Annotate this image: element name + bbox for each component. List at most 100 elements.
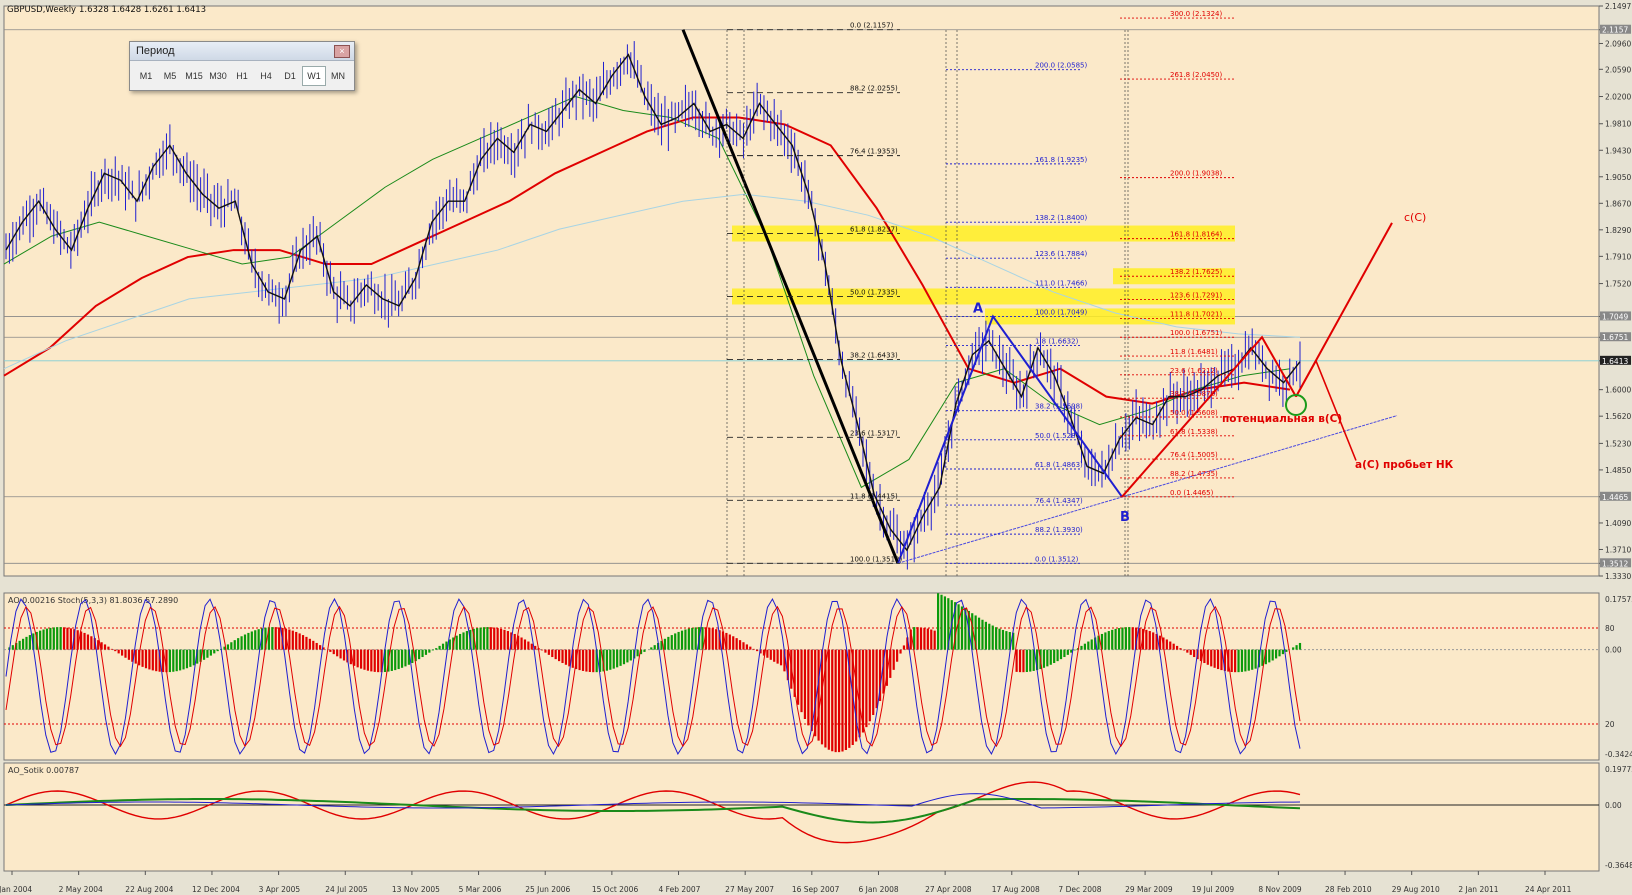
y-tick-label: 1.7910 (1605, 252, 1631, 261)
ao-sotik-header: AO_Sotik 0.00787 (8, 766, 79, 775)
x-tick-label: 25 Jun 2006 (525, 885, 570, 894)
x-tick-label: 19 Jul 2009 (1192, 885, 1235, 894)
wave-label-b: B (1120, 510, 1130, 525)
stoch-y-tick-label: -0.34241 (1605, 750, 1632, 759)
fib-level-label: 138.2 (1.8400) (1035, 214, 1087, 222)
y-tick-label: 1.6000 (1605, 386, 1631, 395)
price-level-label: 1.3512 (1602, 559, 1628, 568)
x-tick-label: 29 Mar 2009 (1125, 885, 1173, 894)
x-tick-label: 29 Aug 2010 (1392, 885, 1440, 894)
x-tick-label: 24 Apr 2011 (1525, 885, 1572, 894)
y-tick-label: 1.4850 (1605, 466, 1631, 475)
x-tick-label: 22 Aug 2004 (125, 885, 173, 894)
annotation-potential: потенциальная в(C) (1222, 413, 1342, 425)
stoch-y-tick-label: 20 (1605, 720, 1615, 729)
x-tick-label: 28 Feb 2010 (1325, 885, 1372, 894)
fib-level-label: 261.8 (2.0450) (1170, 71, 1222, 79)
fib-level-label: 0.0 (1.4465) (1170, 489, 1214, 497)
x-tick-label: 12 Dec 2004 (192, 885, 240, 894)
period-button-d1[interactable]: D1 (278, 66, 302, 86)
fib-level-label: 0.0 (1.3512) (1035, 555, 1079, 563)
fib-level-label: 76.4 (1.9353) (850, 148, 898, 156)
period-title-text: Период (136, 45, 175, 57)
fib-level-label: 161.8 (1.9235) (1035, 156, 1087, 164)
sotik-y-tick-label: 0.19772 (1605, 765, 1632, 774)
period-button-h4[interactable]: H4 (254, 66, 278, 86)
stoch-y-tick-label: 0.00 (1605, 646, 1622, 655)
fib-level-label: 61.8 (1.8237) (850, 226, 898, 234)
chart-ohlc: 1.6328 1.6428 1.6261 1.6413 (79, 5, 206, 15)
y-tick-label: 1.4090 (1605, 519, 1631, 528)
fib-level-label: 100.0 (1.7049) (1035, 308, 1087, 316)
fib-level-label: 200.0 (1.9038) (1170, 170, 1222, 178)
y-tick-label: 1.5620 (1605, 412, 1631, 421)
y-tick-label: 1.9430 (1605, 146, 1631, 155)
fib-level-label: 23.6 (1.6212) (1170, 367, 1218, 375)
price-level-label: 1.6413 (1602, 357, 1628, 366)
fib-level-label: 50.0 (1.7335) (850, 288, 898, 296)
chart-canvas[interactable]: GBPUSD,Weekly 1.6328 1.6428 1.6261 1.6413… (0, 0, 1632, 895)
fib-level-label: 100.0 (1.6751) (1170, 329, 1222, 337)
fib-level-label: 111.0 (1.7466) (1035, 279, 1087, 287)
period-button-row: M1 M5 M15 M30 H1 H4 D1 W1 MN (130, 61, 354, 91)
fib-level-label: 1.8 (1.6632) (1035, 338, 1079, 346)
sotik-y-tick-label: 0.00 (1605, 801, 1622, 810)
fib-level-label: 88.2 (2.0255) (850, 85, 898, 93)
fib-level-label: 38.2 (1.5698) (1035, 403, 1083, 411)
fib-level-label: 11.8 (1.6481) (1170, 348, 1218, 356)
price-level-label: 2.1157 (1602, 26, 1628, 35)
period-button-m5[interactable]: M5 (158, 66, 182, 86)
y-tick-label: 1.7520 (1605, 280, 1631, 289)
period-window-title[interactable]: Период × (130, 42, 354, 61)
fib-level-label: 138.2 (1.7625) (1170, 268, 1222, 276)
fib-level-label: 0.0 (2.1157) (850, 22, 894, 30)
x-tick-label: 3 Apr 2005 (259, 885, 301, 894)
fib-level-label: 111.8 (1.7021) (1170, 310, 1222, 318)
y-tick-label: 1.8290 (1605, 226, 1631, 235)
y-tick-label: 1.8670 (1605, 199, 1631, 208)
y-tick-label: 2.0200 (1605, 93, 1631, 102)
x-tick-label: 13 Nov 2005 (392, 885, 440, 894)
period-window[interactable]: Период × M1 M5 M15 M30 H1 H4 D1 W1 MN (129, 41, 355, 91)
x-tick-label: 15 Oct 2006 (592, 885, 639, 894)
x-tick-label: 27 May 2007 (725, 885, 774, 894)
period-button-m30[interactable]: M30 (206, 66, 230, 86)
stoch-y-tick-label: 80 (1605, 624, 1615, 633)
price-level-label: 1.7049 (1602, 312, 1628, 321)
wave-label-cc: c(C) (1404, 211, 1426, 224)
fib-level-label: 123.6 (1.7884) (1035, 250, 1087, 258)
period-button-m1[interactable]: M1 (134, 66, 158, 86)
x-tick-label: 2 Jan 2011 (1458, 885, 1498, 894)
fib-level-label: 23.6 (1.5317) (850, 429, 898, 437)
fib-level-label: 200.0 (2.0585) (1035, 62, 1087, 70)
fib-level-label: 100.0 (1.3512) (850, 555, 902, 563)
period-button-w1[interactable]: W1 (302, 66, 326, 86)
x-tick-label: 17 Aug 2008 (992, 885, 1040, 894)
x-tick-label: 16 Sep 2007 (792, 885, 840, 894)
x-tick-label: 7 Dec 2008 (1058, 885, 1101, 894)
period-button-m15[interactable]: M15 (182, 66, 206, 86)
wave-label-a: A (973, 301, 983, 316)
fib-level-label: 61.8 (1.4863) (1035, 461, 1083, 469)
fib-level-label: 161.8 (1.8164) (1170, 231, 1222, 239)
x-tick-label: 24 Jul 2005 (325, 885, 368, 894)
y-tick-label: 1.9810 (1605, 120, 1631, 129)
x-tick-label: 27 Apr 2008 (925, 885, 972, 894)
x-tick-label: 5 Mar 2006 (459, 885, 502, 894)
y-tick-label: 1.3330 (1605, 572, 1631, 581)
sotik-y-tick-label: -0.36487 (1605, 861, 1632, 870)
stoch-y-tick-label: 0.17573 (1605, 595, 1632, 604)
y-tick-label: 1.5230 (1605, 439, 1631, 448)
price-level-label: 1.4465 (1602, 493, 1628, 502)
y-tick-label: 2.0590 (1605, 65, 1631, 74)
close-icon[interactable]: × (334, 45, 350, 58)
period-button-mn[interactable]: MN (326, 66, 350, 86)
fib-level-label: 76.4 (1.4347) (1035, 497, 1083, 505)
y-tick-label: 1.9050 (1605, 173, 1631, 182)
period-button-h1[interactable]: H1 (230, 66, 254, 86)
annotation-breakout: а(C) пробьет НК (1355, 459, 1454, 471)
x-tick-label: 6 Jan 2008 (858, 885, 898, 894)
fib-level-label: 61.8 (1.5338) (1170, 428, 1218, 436)
fib-level-label: 88.2 (1.3930) (1035, 526, 1083, 534)
fib-level-label: 38.2 (1.6433) (850, 351, 898, 359)
